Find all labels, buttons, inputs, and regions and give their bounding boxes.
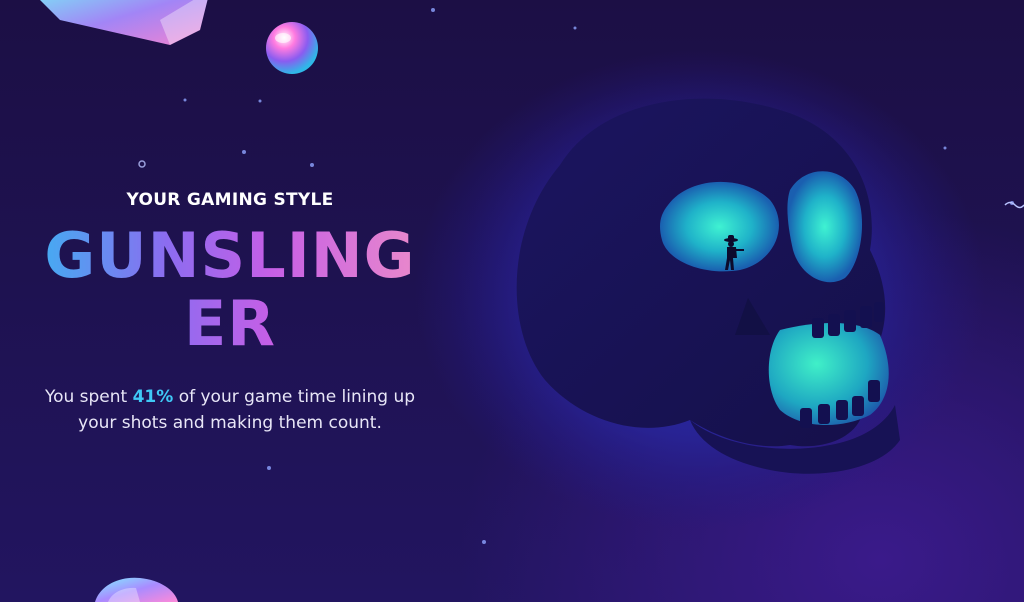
glowing-orb-icon: [266, 22, 318, 74]
gaming-style-description: You spent 41% of your game time lining u…: [20, 384, 440, 436]
section-kicker: YOUR GAMING STYLE: [126, 190, 334, 210]
neon-crystal-icon: [40, 0, 208, 45]
floating-capsule-icon: [95, 577, 178, 602]
description-prefix: You spent: [44, 387, 133, 407]
gaming-style-name: GUNSLINGER: [20, 222, 440, 358]
gaming-style-text: YOUR GAMING STYLE GUNSLINGER You spent 4…: [20, 190, 440, 436]
gaming-style-card: YOUR GAMING STYLE GUNSLINGER You spent 4…: [0, 0, 1024, 602]
time-percentage: 41%: [132, 387, 174, 407]
